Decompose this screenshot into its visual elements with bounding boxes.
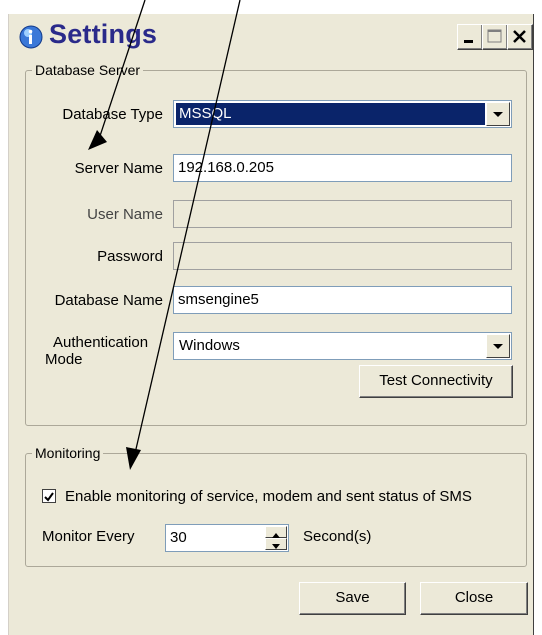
minimize-icon — [464, 40, 473, 43]
settings-window: Settings Database Server Database Type M… — [8, 14, 534, 635]
database-name-label: Database Name — [54, 292, 163, 309]
user-name-input[interactable] — [173, 200, 512, 228]
database-type-label: Database Type — [62, 106, 163, 123]
server-name-input[interactable]: 192.168.0.205 — [173, 154, 512, 182]
maximize-icon — [487, 29, 502, 43]
close-window-button[interactable] — [507, 24, 533, 50]
chevron-down-icon — [493, 112, 503, 117]
title-bar[interactable]: Settings — [9, 14, 533, 60]
authentication-mode-label-line1: Authentication — [53, 334, 149, 351]
authentication-mode-select[interactable]: Windows — [173, 332, 512, 360]
database-type-select[interactable]: MSSQL — [173, 100, 512, 128]
minimize-button[interactable] — [457, 24, 483, 50]
authentication-mode-label-line2: Mode — [45, 351, 83, 368]
close-icon — [513, 30, 526, 43]
authentication-mode-dropdown-button[interactable] — [486, 334, 510, 358]
spinner-up-button[interactable] — [265, 526, 287, 538]
database-type-dropdown-button[interactable] — [486, 102, 510, 126]
save-button[interactable]: Save — [299, 582, 406, 615]
monitor-every-label: Monitor Every — [42, 528, 135, 545]
triangle-down-icon — [272, 544, 280, 549]
user-name-label: User Name — [87, 206, 163, 223]
test-connectivity-button[interactable]: Test Connectivity — [359, 365, 513, 398]
password-input[interactable] — [173, 242, 512, 270]
database-name-input[interactable]: smsengine5 — [173, 286, 512, 314]
database-type-value: MSSQL — [176, 103, 485, 125]
seconds-unit-label: Second(s) — [303, 528, 372, 545]
maximize-button[interactable] — [482, 24, 508, 50]
database-server-legend: Database Server — [32, 62, 144, 78]
monitor-every-value: 30 — [170, 529, 187, 546]
enable-monitoring-checkbox[interactable] — [42, 489, 56, 503]
close-button[interactable]: Close — [420, 582, 528, 615]
spinner-down-button[interactable] — [265, 538, 287, 550]
password-label: Password — [97, 248, 163, 265]
authentication-mode-value: Windows — [179, 337, 240, 354]
app-info-icon — [19, 25, 43, 49]
window-title: Settings — [49, 19, 158, 49]
monitoring-legend: Monitoring — [32, 445, 104, 461]
enable-monitoring-label[interactable]: Enable monitoring of service, modem and … — [65, 488, 472, 505]
monitor-every-stepper[interactable]: 30 — [165, 524, 289, 552]
checkmark-icon — [44, 492, 54, 502]
authentication-mode-label: Authentication Mode — [45, 334, 165, 368]
chevron-down-icon — [493, 344, 503, 349]
server-name-label: Server Name — [74, 160, 163, 177]
